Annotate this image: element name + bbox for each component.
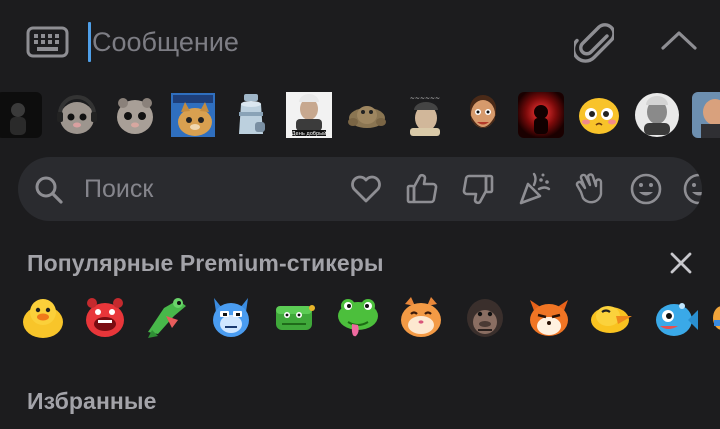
old-man-pack-icon[interactable]: День добрый bbox=[286, 92, 332, 138]
smile-icon[interactable] bbox=[629, 172, 663, 206]
waving-hand-icon[interactable] bbox=[573, 172, 607, 206]
premium-section-title: Популярные Premium-стикеры bbox=[27, 250, 384, 276]
hamster-pack-icon[interactable] bbox=[112, 92, 158, 138]
sticker-search-bar: Поиск bbox=[18, 157, 702, 221]
frog-tongue-sticker[interactable] bbox=[334, 294, 380, 340]
favorites-section-title: Избранные bbox=[27, 388, 157, 414]
blushing-face-pack-icon[interactable] bbox=[576, 92, 622, 138]
party-popper-icon[interactable] bbox=[517, 172, 551, 206]
fox-sticker[interactable] bbox=[526, 294, 572, 340]
bearded-man-pack-icon[interactable] bbox=[460, 92, 506, 138]
message-input-bar: Сообщение bbox=[0, 0, 720, 85]
keyboard-icon[interactable] bbox=[26, 26, 69, 58]
dark-figure-pack-icon[interactable] bbox=[0, 92, 42, 138]
milk-can-pack-icon[interactable] bbox=[228, 92, 274, 138]
fish-sticker[interactable] bbox=[652, 294, 698, 340]
yellow-duck-sticker[interactable] bbox=[588, 294, 634, 340]
text-cursor bbox=[88, 22, 91, 62]
crab-pack-icon[interactable] bbox=[344, 92, 390, 138]
search-input[interactable]: Поиск bbox=[84, 169, 153, 209]
green-frog-sticker[interactable] bbox=[144, 294, 190, 340]
heart-icon[interactable] bbox=[349, 172, 383, 206]
message-input[interactable]: Сообщение bbox=[92, 22, 239, 62]
close-icon[interactable] bbox=[668, 250, 694, 276]
hamster-headphones-pack-icon[interactable] bbox=[54, 92, 100, 138]
red-glow-pack-icon[interactable] bbox=[518, 92, 564, 138]
cat-pack-icon[interactable] bbox=[170, 92, 216, 138]
thumbs-up-icon[interactable] bbox=[405, 172, 439, 206]
gorilla-sticker[interactable] bbox=[462, 294, 508, 340]
chevron-up-icon[interactable] bbox=[660, 28, 698, 52]
duck-sticker[interactable] bbox=[20, 294, 66, 340]
svg-text:День добрый: День добрый bbox=[292, 130, 327, 137]
search-icon[interactable] bbox=[34, 175, 64, 205]
meme-man-pack-icon[interactable]: ~~~~~~ bbox=[402, 92, 448, 138]
red-monster-sticker[interactable] bbox=[82, 294, 128, 340]
orange-cat-sticker[interactable] bbox=[398, 294, 444, 340]
partial-sticker[interactable] bbox=[712, 294, 720, 340]
smile-icon[interactable] bbox=[682, 172, 702, 206]
blue-cat-sticker[interactable] bbox=[208, 294, 254, 340]
premium-stickers-row bbox=[0, 294, 720, 346]
svg-text:~~~~~~: ~~~~~~ bbox=[410, 95, 440, 102]
sticker-pack-tabs: День добрый ~~~~~~ bbox=[0, 92, 720, 140]
bald-man-pack-icon[interactable] bbox=[692, 92, 720, 138]
green-dino-sticker[interactable] bbox=[272, 294, 318, 340]
paperclip-icon[interactable] bbox=[574, 20, 614, 64]
thumbs-down-icon[interactable] bbox=[461, 172, 495, 206]
grey-portrait-pack-icon[interactable] bbox=[634, 92, 680, 138]
